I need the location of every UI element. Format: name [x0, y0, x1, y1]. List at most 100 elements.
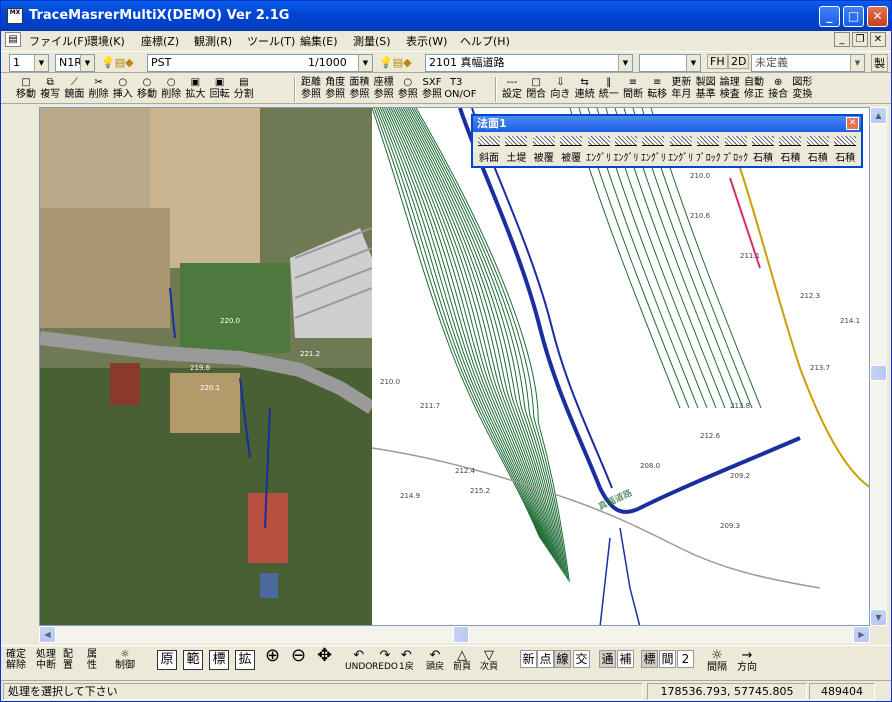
line-tool-button-9[interactable]: 論理 検査 [718, 76, 742, 103]
slope-palette-panel[interactable]: 法面1 ✕ 斜面 土堤 被覆 被覆 ｴﾝｸﾞﾘ ｴﾝｸﾞﾘ ｴﾝｸﾞﾘ ｴﾝｸﾞﾘ ﾌﾞﾛｯｸ ﾌﾞ… [471, 114, 863, 168]
line-tool-button-12[interactable]: 図形 変換 [790, 76, 814, 103]
view-mode-button[interactable]: 原 [157, 650, 177, 670]
palette-item[interactable]: ﾌﾞﾛｯｸ [695, 134, 721, 166]
palette-item[interactable]: 被覆 [558, 134, 584, 166]
menu-help[interactable]: ヘルプ(H) [460, 33, 510, 49]
reference-tool-button-0[interactable]: 距離 参照 [299, 76, 323, 103]
edit-tool-button-2[interactable]: ⟋ 鏡面 [62, 76, 86, 103]
reference-tool-button-6[interactable]: T3 ON/OF [444, 76, 476, 103]
palette-item[interactable]: 土堤 [503, 134, 529, 166]
direction-button[interactable]: → 方向 [737, 649, 757, 673]
pan-icon[interactable]: ✥ [317, 647, 332, 665]
horizontal-scrollbar[interactable]: ◀ ▶ [39, 626, 870, 643]
line-tool-button-3[interactable]: ⇆ 連続 [573, 76, 597, 103]
line-tool-button-10[interactable]: 自動 修正 [742, 76, 766, 103]
blank-select[interactable]: ▼ [639, 54, 701, 72]
palette-item[interactable]: ｴﾝｸﾞﾘ [640, 134, 666, 166]
minimize-button[interactable]: _ [819, 6, 840, 27]
menu-edit[interactable]: 編集(E) [300, 33, 338, 49]
close-button[interactable]: ✕ [867, 6, 888, 27]
menu-observation[interactable]: 観測(R) [194, 33, 232, 49]
road-select[interactable]: 2101 真幅道路 ▼ [425, 54, 633, 72]
title-bar[interactable]: MX TraceMasrerMultiX(DEMO) Ver 2.1G _ □ … [1, 1, 891, 31]
layer-select[interactable]: N1R ▼ [55, 54, 95, 72]
display-toggle[interactable]: 点 [537, 650, 554, 668]
make-button[interactable]: 製 [871, 54, 888, 72]
2d-button[interactable]: 2D [728, 54, 750, 69]
line-tool-button-11[interactable]: ⊕ 接合 [766, 76, 790, 103]
menu-file[interactable]: ファイル(F) [29, 33, 88, 49]
palette-item[interactable]: ｴﾝｸﾞﾘ [613, 134, 639, 166]
map-canvas[interactable]: 220.0 219.6 220.1 221.2 210.0 210.6 211.1 212.3… [39, 107, 870, 626]
document-icon[interactable]: ▤ [5, 32, 21, 47]
bulb-icon-2[interactable]: 💡▤◆ [379, 56, 412, 69]
line-tool-button-8[interactable]: 製図 基準 [694, 76, 718, 103]
reference-tool-button-2[interactable]: 面積 参照 [347, 76, 371, 103]
line-tool-button-4[interactable]: ‖ 統一 [597, 76, 621, 103]
mdi-minimize-button[interactable]: _ [834, 32, 850, 47]
nav-button[interactable]: ↶ 1戻 [399, 649, 414, 673]
palette-item[interactable]: 石積 [805, 134, 831, 166]
nav-button[interactable]: ↷ REDO [372, 649, 398, 673]
display-toggle[interactable]: 線 [554, 650, 571, 668]
display-toggle[interactable]: 補 [617, 650, 634, 668]
view-mode-button[interactable]: 標 [209, 650, 229, 670]
display-toggle[interactable]: 通 [599, 650, 616, 668]
mdi-restore-button[interactable]: ❐ [852, 32, 868, 47]
line-tool-button-5[interactable]: ≡ 間断 [621, 76, 645, 103]
interval-button[interactable]: ☼ 間隔 [707, 649, 727, 673]
view-mode-button[interactable]: 範 [183, 650, 203, 670]
fh-button[interactable]: FH [707, 54, 728, 69]
vertical-scrollbar[interactable]: ▲ ▼ [870, 107, 887, 626]
bulb-icon[interactable]: 💡▤◆ [101, 56, 134, 69]
edit-tool-button-9[interactable]: ▤ 分割 [232, 76, 256, 103]
menu-tools[interactable]: ツール(T) [247, 33, 295, 49]
nav-button[interactable]: △ 前頁 [453, 649, 471, 673]
line-tool-button-7[interactable]: 更新 年月 [669, 76, 693, 103]
scroll-right-button[interactable]: ▶ [853, 626, 870, 643]
edit-tool-button-8[interactable]: ▣ 回転 [208, 76, 232, 103]
palette-item[interactable]: 石積 [832, 134, 858, 166]
bottom-action-button[interactable]: 処理 中断 [36, 649, 56, 671]
reference-tool-button-4[interactable]: ○ 参照 [396, 76, 420, 103]
nav-button[interactable]: ▽ 次頁 [480, 649, 498, 673]
bottom-action-button[interactable]: 配置 [63, 649, 73, 671]
undefined-select[interactable]: 未定義 ▼ [751, 54, 865, 72]
line-tool-button-1[interactable]: □ 閉合 [524, 76, 548, 103]
scale-select[interactable]: 1 ▼ [9, 54, 49, 72]
palette-item[interactable]: 被覆 [531, 134, 557, 166]
display-toggle[interactable]: 新 [520, 650, 537, 668]
reference-tool-button-3[interactable]: 座標 参照 [372, 76, 396, 103]
display-toggle[interactable]: 標 [641, 650, 658, 668]
mdi-close-button[interactable]: ✕ [870, 32, 886, 47]
palette-item[interactable]: 斜面 [476, 134, 502, 166]
edit-tool-button-1[interactable]: ⧉ 複写 [38, 76, 62, 103]
palette-close-button[interactable]: ✕ [846, 117, 859, 130]
scroll-down-button[interactable]: ▼ [870, 609, 887, 626]
palette-item[interactable]: ﾌﾞﾛｯｸ [723, 134, 749, 166]
menu-survey[interactable]: 測量(S) [353, 33, 391, 49]
bottom-action-button[interactable]: ☼ 制御 [115, 649, 135, 671]
nav-button[interactable]: ↶ UNDO [345, 649, 372, 673]
point-select[interactable]: PST 1/1000 ▼ [147, 54, 373, 72]
edit-tool-button-3[interactable]: ✂ 削除 [87, 76, 111, 103]
reference-tool-button-5[interactable]: SXF 参照 [420, 76, 444, 103]
bottom-action-button[interactable]: 確定 解除 [6, 649, 26, 671]
horizontal-scroll-thumb[interactable] [453, 626, 469, 643]
display-toggle[interactable]: 間 [659, 650, 676, 668]
vertical-scroll-thumb[interactable] [870, 365, 887, 381]
line-tool-button-0[interactable]: --- 設定 [500, 76, 524, 103]
nav-button[interactable]: ↶ 頭戻 [426, 649, 444, 673]
menu-environment[interactable]: 環境(K) [87, 33, 125, 49]
palette-item[interactable]: ｴﾝｸﾞﾘ [668, 134, 694, 166]
scroll-up-button[interactable]: ▲ [870, 107, 887, 124]
reference-tool-button-1[interactable]: 角度 参照 [323, 76, 347, 103]
line-tool-button-2[interactable]: ⇩ 向き [548, 76, 572, 103]
display-toggle[interactable]: 交 [573, 650, 590, 668]
palette-titlebar[interactable]: 法面1 ✕ [473, 116, 861, 132]
maximize-button[interactable]: □ [843, 6, 864, 27]
menu-view[interactable]: 表示(W) [406, 33, 447, 49]
map-drawing[interactable]: 220.0 219.6 220.1 221.2 210.0 210.6 211.1 212.3… [40, 108, 870, 626]
palette-item[interactable]: ｴﾝｸﾞﾘ [586, 134, 612, 166]
bottom-action-button[interactable]: 属性 [87, 649, 97, 671]
